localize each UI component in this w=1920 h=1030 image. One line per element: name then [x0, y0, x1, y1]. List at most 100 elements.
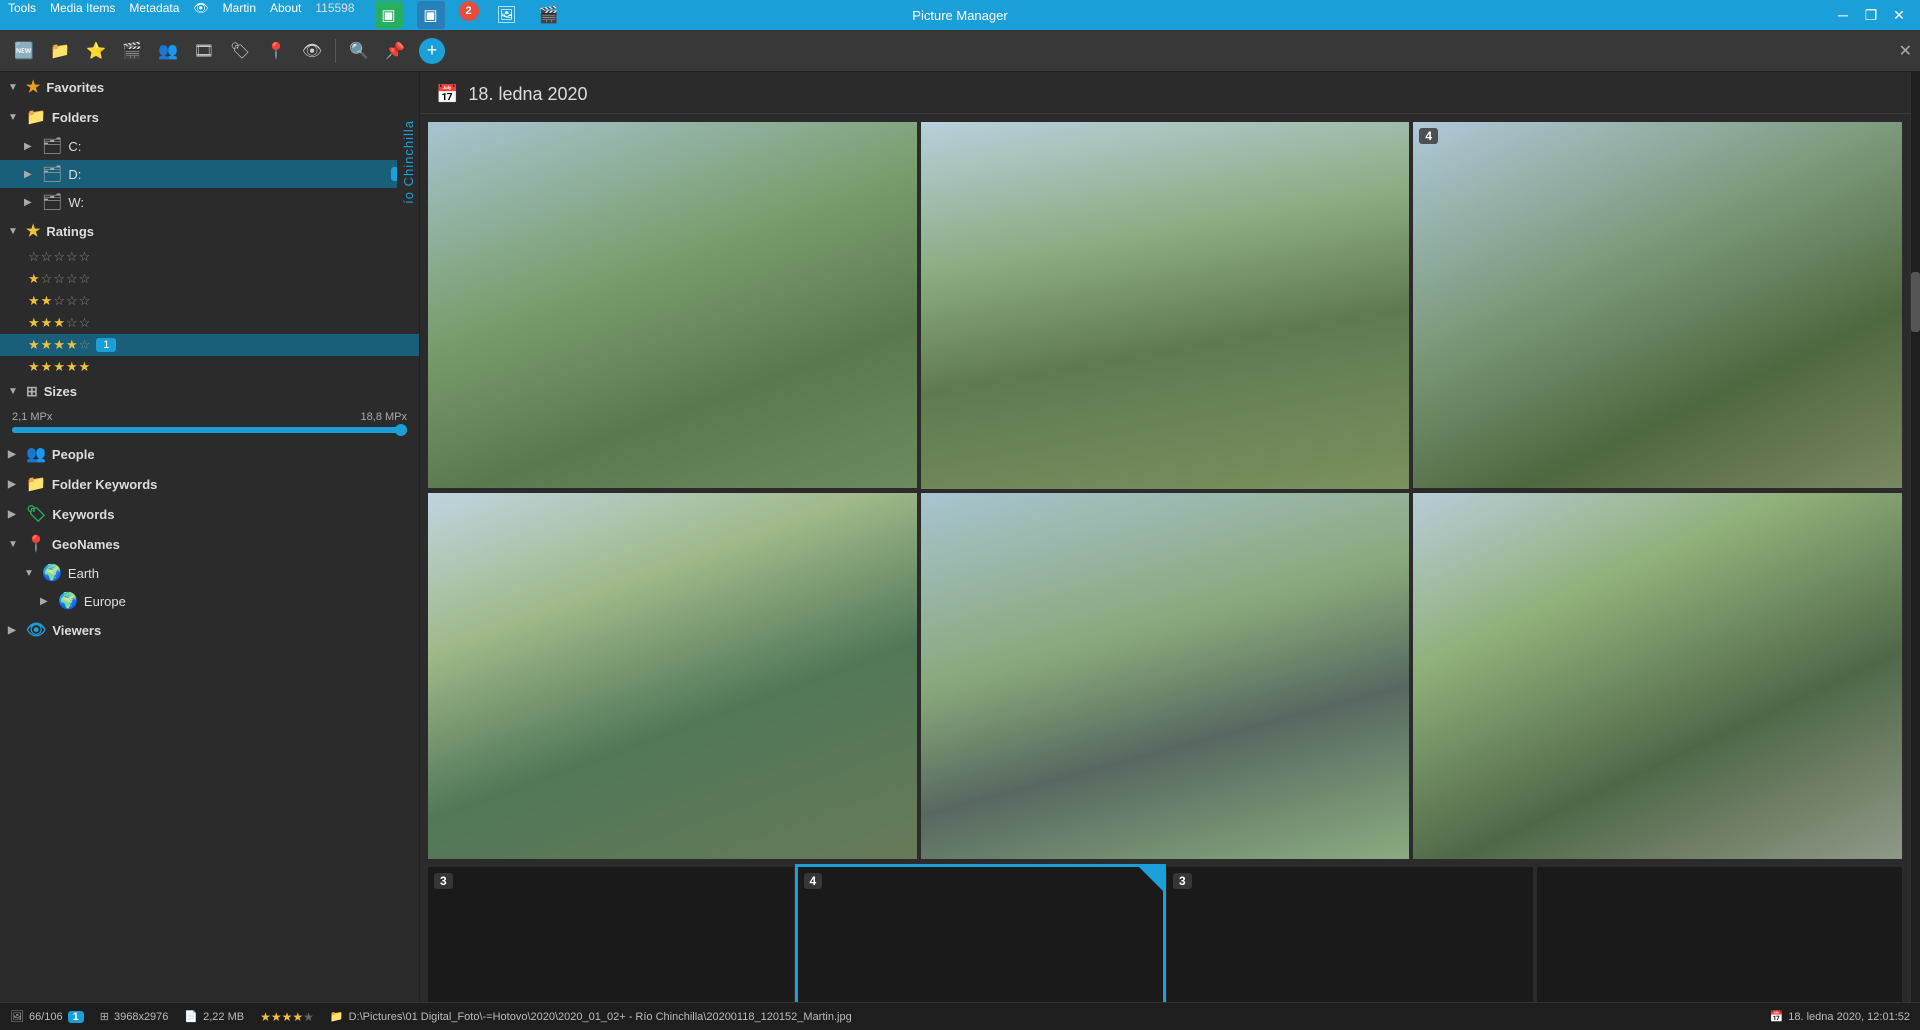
photo-p3[interactable]: 4	[1413, 122, 1902, 488]
title-bar: Tools Media Items Metadata 👁 Martin Abou…	[0, 0, 1920, 30]
ratings-section[interactable]: ▼ ★ Ratings	[0, 216, 419, 246]
minimize-button[interactable]: ─	[1830, 4, 1856, 26]
ratings-chevron: ▼	[8, 226, 20, 237]
photo-p7-badge: 3	[434, 873, 453, 889]
folder-w-label: W:	[68, 195, 411, 210]
photo-p5[interactable]	[921, 493, 1410, 860]
location-button[interactable]: 📍	[260, 35, 292, 67]
pin-button[interactable]: 📌	[379, 35, 411, 67]
search-button[interactable]: 🔍	[343, 35, 375, 67]
geonames-chevron: ▼	[8, 539, 20, 550]
ratings-label: Ratings	[46, 224, 411, 239]
add-button[interactable]: +	[419, 38, 445, 64]
rating-1[interactable]: ★☆☆☆☆	[0, 268, 419, 290]
calendar-icon: 📅	[436, 84, 458, 105]
folder-w-chevron: ▶	[24, 197, 36, 208]
menu-martin[interactable]: Martin	[223, 1, 256, 29]
keywords-section[interactable]: ▶ 🏷 Keywords	[0, 499, 419, 529]
menu-eye[interactable]: 👁	[193, 1, 208, 29]
toolbar-sep	[335, 39, 336, 63]
folder-d-icon: 🗂	[42, 164, 62, 184]
sizes-slider-area: 2,1 MPx 18,8 MPx	[0, 405, 419, 439]
folder-c-icon: 🗂	[42, 136, 62, 156]
status-index-value: 66/106	[29, 1011, 63, 1023]
eye-button[interactable]: 👁	[296, 35, 328, 67]
selection-triangle	[1139, 867, 1163, 891]
window-controls[interactable]: ─ ❐ ✕	[1830, 4, 1912, 26]
maximize-button[interactable]: ❐	[1858, 4, 1884, 26]
rating-4-count: 1	[96, 338, 116, 352]
status-dimensions-icon: ⊞	[100, 1010, 109, 1023]
status-index: 🖼 66/106 1	[10, 1010, 84, 1023]
viewers-section[interactable]: ▶ 👁 Viewers	[0, 615, 419, 645]
menu-metadata[interactable]: Metadata	[129, 1, 179, 29]
favorites-section[interactable]: ▼ ★ Favorites	[0, 72, 419, 102]
status-path-value: D:\Pictures\01 Digital_Foto\-=Hotovo\202…	[349, 1011, 852, 1023]
folder-d[interactable]: ▶ 🗂 D: 1	[0, 160, 419, 188]
folder-keywords-section[interactable]: ▶ 📁 Folder Keywords	[0, 469, 419, 499]
photo-p1[interactable]	[428, 122, 917, 488]
people-section[interactable]: ▶ 👥 People	[0, 439, 419, 469]
panel-close-button[interactable]: ✕	[1899, 41, 1912, 61]
right-scrollbar[interactable]	[1910, 72, 1920, 1002]
earth-item[interactable]: ▼ 🌍 Earth	[0, 559, 419, 587]
folder-w-icon: 🗂	[42, 192, 62, 212]
stars-1: ★☆☆☆☆	[28, 271, 90, 287]
photo-p6[interactable]	[1413, 493, 1902, 859]
photo-p10[interactable]	[1537, 867, 1903, 1002]
tag-button[interactable]: 🏷	[224, 35, 256, 67]
favorites-button[interactable]: ⭐	[80, 35, 112, 67]
sizes-section[interactable]: ▼ ⊞ Sizes	[0, 378, 419, 405]
photo-p8[interactable]: 4	[798, 867, 1164, 1002]
scrollbar-thumb[interactable]	[1911, 272, 1920, 332]
sizes-slider-thumb[interactable]	[395, 424, 407, 436]
geonames-label: GeoNames	[52, 537, 411, 552]
menu-media[interactable]: Media Items	[50, 1, 115, 29]
europe-item[interactable]: ▶ 🌍 Europe	[0, 587, 419, 615]
status-path: 📁 D:\Pictures\01 Digital_Foto\-=Hotovo\2…	[330, 1010, 852, 1023]
rating-3[interactable]: ★★★☆☆	[0, 312, 419, 334]
folder-c[interactable]: ▶ 🗂 C:	[0, 132, 419, 160]
photo-p9[interactable]: 3	[1167, 867, 1533, 1002]
rating-0[interactable]: ☆☆☆☆☆	[0, 246, 419, 268]
film-button[interactable]: 🎞	[188, 35, 220, 67]
earth-label: Earth	[68, 566, 411, 581]
menu-about[interactable]: About	[270, 1, 301, 29]
folders-label: Folders	[52, 110, 411, 125]
date-label: 18. ledna 2020	[468, 84, 587, 105]
menu-tools[interactable]: Tools	[8, 1, 36, 29]
folder-button[interactable]: 📁	[44, 35, 76, 67]
tb-icon-blue[interactable]: ▣	[417, 1, 445, 29]
sizes-min: 2,1 MPx	[12, 411, 52, 423]
photo-p4[interactable]	[428, 493, 917, 859]
close-button[interactable]: ✕	[1886, 4, 1912, 26]
status-bar: 🖼 66/106 1 ⊞ 3968x2976 📄 2,22 MB ★ ★ ★ ★…	[0, 1002, 1920, 1030]
folder-w[interactable]: ▶ 🗂 W:	[0, 188, 419, 216]
europe-icon: 🌍	[58, 591, 78, 611]
sizes-slider[interactable]	[12, 427, 407, 433]
clapper-button[interactable]: 🎬	[116, 35, 148, 67]
new-button[interactable]: 🆕	[8, 35, 40, 67]
tb-icon-green[interactable]: ▣	[375, 1, 403, 29]
rating-2[interactable]: ★★☆☆☆	[0, 290, 419, 312]
europe-chevron: ▶	[40, 596, 52, 607]
status-dimensions-value: 3968x2976	[114, 1011, 168, 1023]
people-icon: 👥	[26, 444, 46, 464]
folders-section[interactable]: ▼ 📁 Folders	[0, 102, 419, 132]
tb-icon-video[interactable]: 🎬	[535, 1, 563, 29]
photo-p5-img	[921, 493, 1410, 860]
keywords-icon: 🏷	[26, 504, 46, 524]
photo-p2[interactable]	[921, 122, 1410, 489]
status-folder-icon: 📁	[330, 1010, 344, 1023]
tb-icon-img[interactable]: 🖼	[493, 1, 521, 29]
rating-4[interactable]: ★★★★☆ 1	[0, 334, 419, 356]
photo-p7[interactable]: 3	[428, 867, 794, 1002]
photo-p1-img	[428, 122, 917, 488]
keywords-label: Keywords	[52, 507, 411, 522]
stars-3: ★★★☆☆	[28, 315, 90, 331]
people-chevron: ▶	[8, 449, 20, 460]
rating-5[interactable]: ★★★★★	[0, 356, 419, 378]
people-button[interactable]: 👥	[152, 35, 184, 67]
status-filesize: 📄 2,22 MB	[184, 1010, 244, 1023]
geonames-section[interactable]: ▼ 📍 GeoNames	[0, 529, 419, 559]
